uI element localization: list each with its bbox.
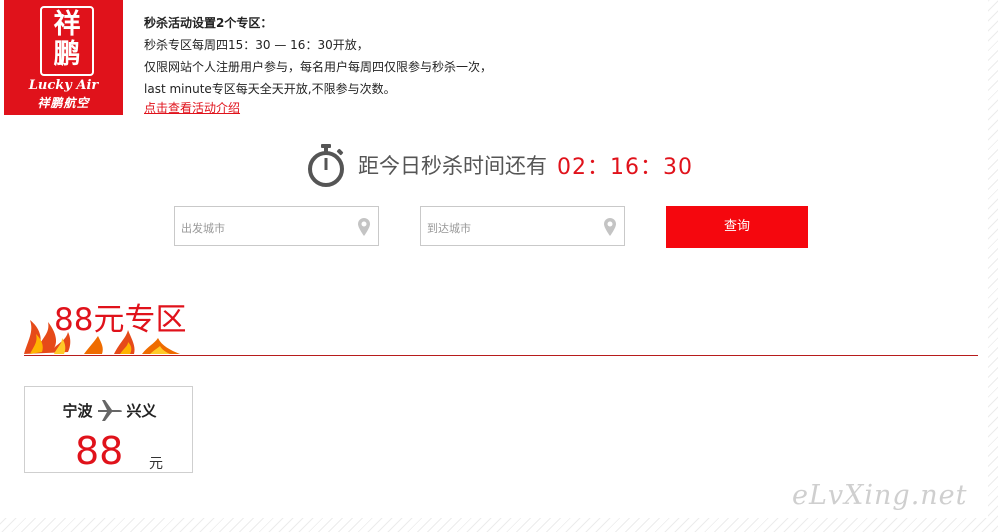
page: 祥 鹏 Lucky Air 祥鹏航空 秒杀活动设置2个专区： 秒杀专区每周四15… — [0, 0, 988, 518]
countdown: 距今日秒杀时间还有 02：16：30 — [304, 142, 693, 188]
countdown-time: 02：16：30 — [557, 155, 693, 180]
stopwatch-icon — [308, 144, 344, 187]
seal-char-2: 鹏 — [53, 39, 81, 70]
watermark: eLvXing.net — [792, 480, 968, 511]
destination-city-input[interactable] — [425, 217, 599, 239]
deal-from-city: 宁波 — [62, 401, 93, 420]
origin-city-field[interactable] — [174, 206, 379, 246]
promo-intro: 秒杀活动设置2个专区： 秒杀专区每周四15：30 — 16：30开放， 仅限网站… — [144, 12, 492, 116]
map-pin-icon — [358, 218, 370, 236]
countdown-label: 距今日秒杀时间还有 — [358, 154, 547, 178]
view-intro-link[interactable]: 点击查看活动介绍 — [144, 100, 492, 116]
origin-city-input[interactable] — [179, 217, 353, 239]
intro-line-1: 秒杀专区每周四15：30 — 16：30开放， — [144, 38, 369, 52]
zone-title: 88元专区 — [54, 302, 187, 338]
intro-title: 秒杀活动设置2个专区： — [144, 16, 273, 30]
deal-price-unit: 元 — [149, 456, 163, 472]
zone-divider — [24, 355, 978, 356]
intro-line-2: 仅限网站个人注册用户参与，每名用户每周四仅限参与秒杀一次， — [144, 60, 493, 74]
logo-seal: 祥 鹏 — [40, 6, 94, 76]
intro-line-3: last minute专区每天全天开放,不限参与次数。 — [144, 82, 396, 96]
logo-brand-cn: 祥鹏航空 — [37, 96, 90, 110]
map-pin-icon — [604, 218, 616, 236]
deal-route: 宁波 兴义 — [25, 399, 194, 421]
query-button[interactable]: 查询 — [666, 206, 808, 248]
destination-city-field[interactable] — [420, 206, 625, 246]
deal-to-city: 兴义 — [126, 401, 157, 420]
deal-card[interactable]: 宁波 兴义 88 元 — [24, 386, 193, 473]
lucky-air-logo[interactable]: 祥 鹏 Lucky Air 祥鹏航空 — [4, 0, 123, 115]
logo-brand-en: Lucky Air — [28, 78, 99, 93]
deal-price: 88 — [75, 429, 124, 473]
airplane-icon — [97, 400, 122, 421]
seal-char-1: 祥 — [53, 9, 81, 40]
